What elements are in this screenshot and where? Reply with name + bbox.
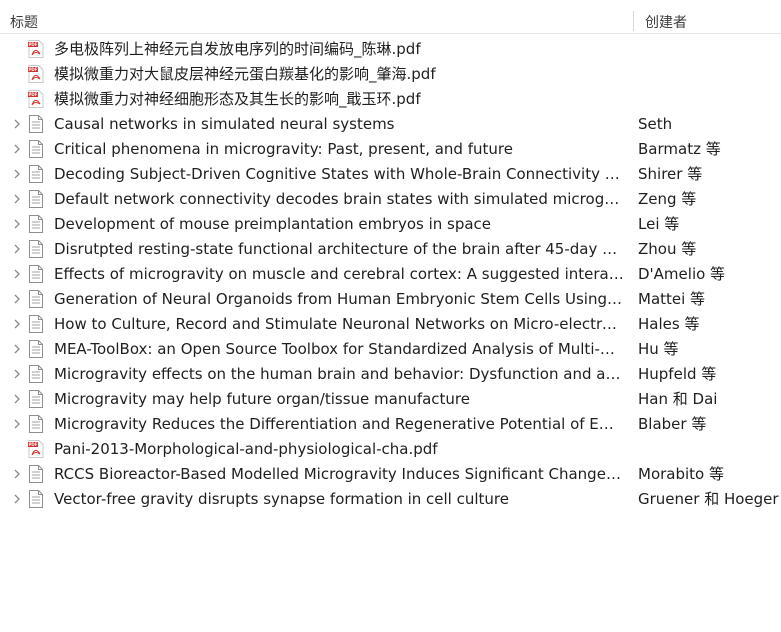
- chevron-right-icon[interactable]: [12, 394, 22, 404]
- item-title: How to Culture, Record and Stimulate Neu…: [54, 315, 624, 333]
- list-item[interactable]: Decoding Subject-Driven Cognitive States…: [0, 162, 781, 187]
- document-icon: [28, 115, 44, 133]
- item-creator: Han 和 Dai: [638, 390, 718, 408]
- list-item[interactable]: Microgravity may help future organ/tissu…: [0, 387, 781, 412]
- item-creator: Hales 等: [638, 315, 700, 333]
- document-icon: [28, 165, 44, 183]
- chevron-right-icon[interactable]: [12, 144, 22, 154]
- item-title: Vector-free gravity disrupts synapse for…: [54, 490, 509, 508]
- item-title: 模拟微重力对大鼠皮层神经元蛋白羰基化的影响_肇海.pdf: [54, 65, 436, 83]
- chevron-right-icon[interactable]: [12, 194, 22, 204]
- item-title: Causal networks in simulated neural syst…: [54, 115, 395, 133]
- item-title: Microgravity may help future organ/tissu…: [54, 390, 471, 408]
- item-creator: Morabito 等: [638, 465, 724, 483]
- item-title: Disrutpted resting-state functional arch…: [54, 240, 624, 258]
- item-creator: Barmatz 等: [638, 140, 721, 158]
- pdf-icon: PDF: [28, 90, 44, 108]
- svg-text:PDF: PDF: [29, 67, 38, 72]
- list-item[interactable]: Disrutpted resting-state functional arch…: [0, 237, 781, 262]
- chevron-right-icon[interactable]: [12, 469, 22, 479]
- item-creator: Zeng 等: [638, 190, 697, 208]
- item-list: PDF 多电极阵列上神经元自发放电序列的时间编码_陈琳.pdf PDF 模拟微重力对大…: [0, 37, 781, 512]
- document-icon: [28, 465, 44, 483]
- pdf-icon: PDF: [28, 65, 44, 83]
- item-title: Default network connectivity decodes bra…: [54, 190, 624, 208]
- item-creator: Lei 等: [638, 215, 680, 233]
- document-icon: [28, 140, 44, 158]
- document-icon: [28, 240, 44, 258]
- document-icon: [28, 215, 44, 233]
- column-header: 标题 创建者: [0, 8, 781, 34]
- pdf-icon: PDF: [28, 440, 44, 458]
- document-icon: [28, 290, 44, 308]
- list-item[interactable]: RCCS Bioreactor-Based Modelled Micrograv…: [0, 462, 781, 487]
- list-item[interactable]: Microgravity effects on the human brain …: [0, 362, 781, 387]
- chevron-right-icon[interactable]: [12, 219, 22, 229]
- svg-text:PDF: PDF: [29, 42, 38, 47]
- creator-column-header[interactable]: 创建者: [645, 12, 687, 32]
- item-title: Critical phenomena in microgravity: Past…: [54, 140, 513, 158]
- list-item[interactable]: Vector-free gravity disrupts synapse for…: [0, 487, 781, 512]
- svg-text:PDF: PDF: [29, 92, 38, 97]
- item-creator: Mattei 等: [638, 290, 706, 308]
- document-icon: [28, 390, 44, 408]
- document-icon: [28, 490, 44, 508]
- item-creator: Hu 等: [638, 340, 679, 358]
- chevron-right-icon[interactable]: [12, 419, 22, 429]
- list-item[interactable]: MEA-ToolBox: an Open Source Toolbox for …: [0, 337, 781, 362]
- chevron-right-icon[interactable]: [12, 494, 22, 504]
- item-title: 模拟微重力对神经细胞形态及其生长的影响_戢玉环.pdf: [54, 90, 421, 108]
- chevron-right-icon[interactable]: [12, 344, 22, 354]
- chevron-right-icon[interactable]: [12, 244, 22, 254]
- pdf-icon: PDF: [28, 40, 44, 58]
- list-item[interactable]: PDF 多电极阵列上神经元自发放电序列的时间编码_陈琳.pdf: [0, 37, 781, 62]
- list-item[interactable]: Effects of microgravity on muscle and ce…: [0, 262, 781, 287]
- item-creator: Shirer 等: [638, 165, 703, 183]
- item-title: Pani-2013-Morphological-and-physiologica…: [54, 440, 438, 458]
- chevron-right-icon[interactable]: [12, 269, 22, 279]
- list-item[interactable]: How to Culture, Record and Stimulate Neu…: [0, 312, 781, 337]
- item-creator: Zhou 等: [638, 240, 697, 258]
- list-item[interactable]: Development of mouse preimplantation emb…: [0, 212, 781, 237]
- document-icon: [28, 265, 44, 283]
- item-creator: Seth: [638, 115, 673, 133]
- document-icon: [28, 415, 44, 433]
- chevron-right-icon[interactable]: [12, 119, 22, 129]
- list-item[interactable]: PDF 模拟微重力对大鼠皮层神经元蛋白羰基化的影响_肇海.pdf: [0, 62, 781, 87]
- list-item[interactable]: Microgravity Reduces the Differentiation…: [0, 412, 781, 437]
- chevron-right-icon[interactable]: [12, 169, 22, 179]
- item-title: Decoding Subject-Driven Cognitive States…: [54, 165, 624, 183]
- item-creator: D'Amelio 等: [638, 265, 726, 283]
- item-creator: Gruener 和 Hoeger: [638, 490, 779, 508]
- item-title: Generation of Neural Organoids from Huma…: [54, 290, 624, 308]
- list-item[interactable]: Causal networks in simulated neural syst…: [0, 112, 781, 137]
- chevron-right-icon[interactable]: [12, 369, 22, 379]
- svg-text:PDF: PDF: [29, 442, 38, 447]
- item-title: 多电极阵列上神经元自发放电序列的时间编码_陈琳.pdf: [54, 40, 421, 58]
- item-creator: Hupfeld 等: [638, 365, 717, 383]
- list-item[interactable]: PDF 模拟微重力对神经细胞形态及其生长的影响_戢玉环.pdf: [0, 87, 781, 112]
- list-item[interactable]: Generation of Neural Organoids from Huma…: [0, 287, 781, 312]
- column-resize-handle[interactable]: [633, 11, 634, 31]
- chevron-right-icon[interactable]: [12, 294, 22, 304]
- item-title: Development of mouse preimplantation emb…: [54, 215, 492, 233]
- list-item[interactable]: PDF Pani-2013-Morphological-and-physiolog…: [0, 437, 781, 462]
- document-icon: [28, 340, 44, 358]
- title-column-header[interactable]: 标题: [10, 12, 38, 32]
- document-icon: [28, 315, 44, 333]
- item-creator: Blaber 等: [638, 415, 707, 433]
- item-title: MEA-ToolBox: an Open Source Toolbox for …: [54, 340, 624, 358]
- item-title: Microgravity effects on the human brain …: [54, 365, 624, 383]
- document-icon: [28, 190, 44, 208]
- item-title: Effects of microgravity on muscle and ce…: [54, 265, 624, 283]
- item-title: RCCS Bioreactor-Based Modelled Micrograv…: [54, 465, 624, 483]
- list-item[interactable]: Default network connectivity decodes bra…: [0, 187, 781, 212]
- document-icon: [28, 365, 44, 383]
- item-title: Microgravity Reduces the Differentiation…: [54, 415, 624, 433]
- chevron-right-icon[interactable]: [12, 319, 22, 329]
- list-item[interactable]: Critical phenomena in microgravity: Past…: [0, 137, 781, 162]
